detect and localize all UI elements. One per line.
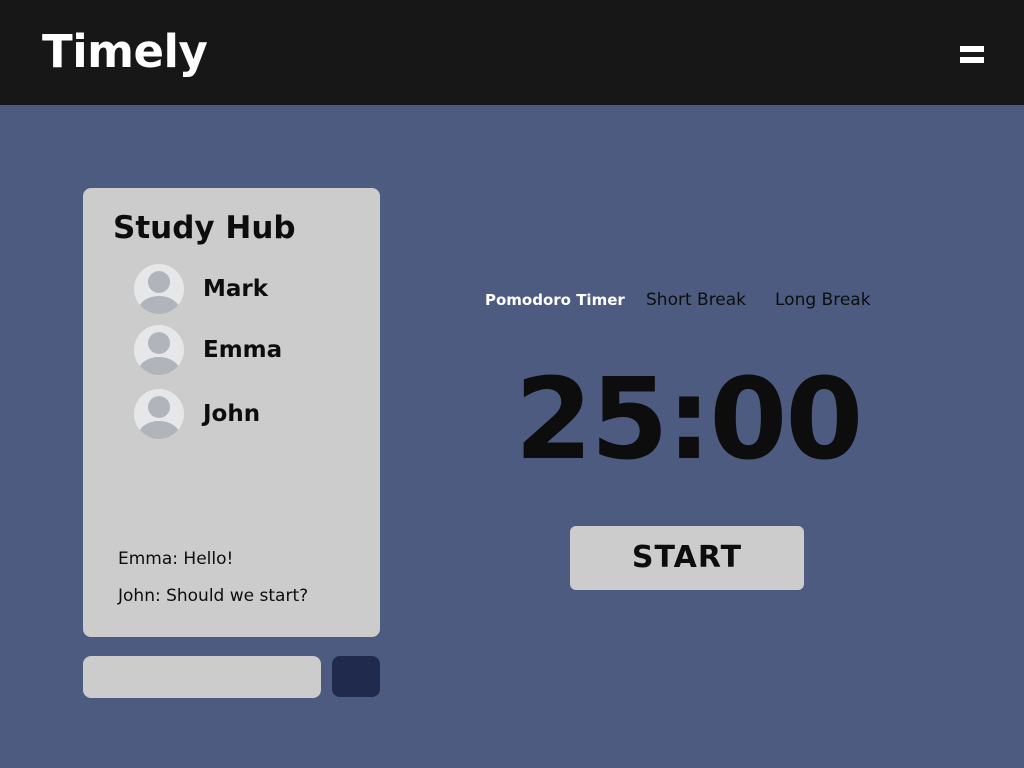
avatar-shoulders	[138, 357, 180, 375]
member-name: Mark	[203, 276, 269, 302]
member-name: Emma	[203, 337, 283, 363]
avatar-shoulders	[138, 421, 180, 439]
avatar-head	[148, 271, 170, 293]
start-button[interactable]: START	[570, 526, 804, 590]
study-hub-title: Study Hub	[113, 210, 296, 246]
tab-short-break[interactable]: Short Break	[646, 288, 746, 312]
user-avatar-icon	[134, 264, 184, 314]
top-navigation-bar: Timely	[0, 0, 1024, 105]
user-avatar-icon	[134, 389, 184, 439]
member-item-mark[interactable]: Mark	[134, 264, 354, 314]
avatar-head	[148, 332, 170, 354]
tab-pomodoro-timer[interactable]: Pomodoro Timer	[485, 288, 625, 312]
study-hub-panel: Study Hub Mark Emma John Emma: Hello! Jo…	[83, 188, 380, 637]
chat-message: John: Should we start?	[118, 586, 309, 606]
avatar-shoulders	[138, 296, 180, 314]
chat-message: Emma: Hello!	[118, 549, 234, 569]
member-item-john[interactable]: John	[134, 389, 354, 439]
send-message-button[interactable]	[332, 656, 380, 697]
avatar-head	[148, 396, 170, 418]
tab-long-break[interactable]: Long Break	[775, 288, 871, 312]
timer-display: 25:00	[514, 355, 864, 485]
menu-line	[960, 57, 984, 63]
app-logo-title: Timely	[42, 25, 208, 78]
menu-line	[960, 46, 984, 52]
member-name: John	[203, 401, 261, 427]
user-avatar-icon	[134, 325, 184, 375]
member-item-emma[interactable]: Emma	[134, 325, 354, 375]
chat-message-input[interactable]	[83, 656, 321, 698]
hamburger-menu-icon[interactable]	[950, 38, 994, 72]
